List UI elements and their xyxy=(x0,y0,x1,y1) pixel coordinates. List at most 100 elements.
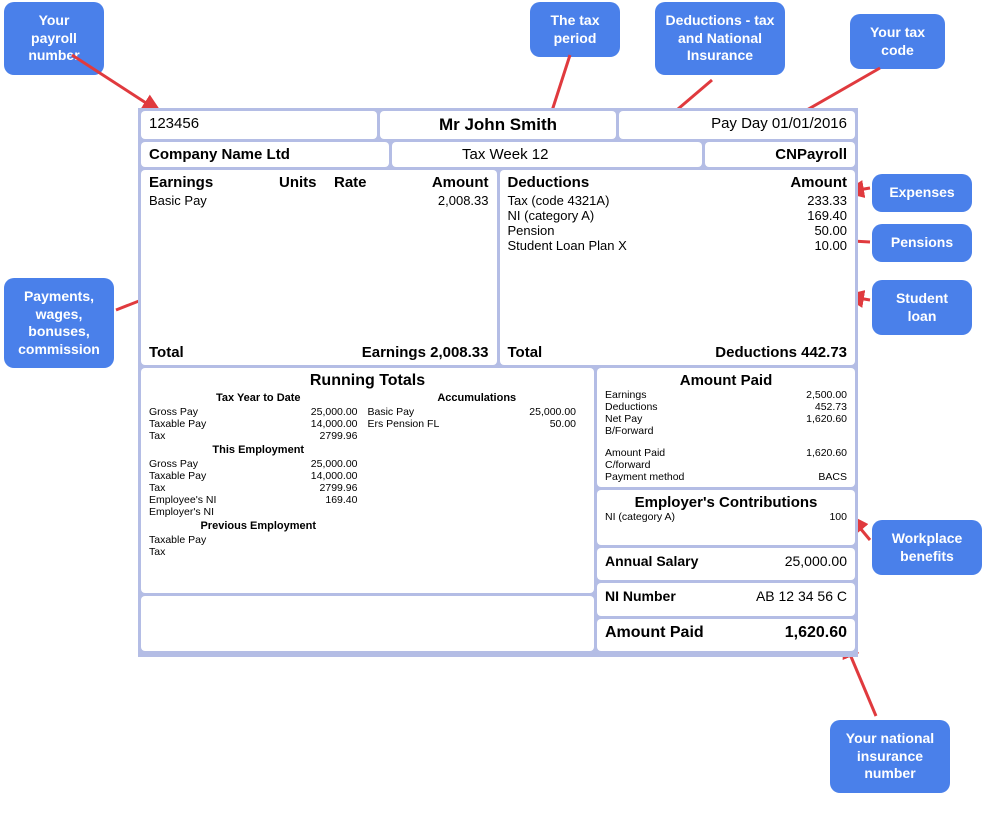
callout-pensions: Pensions xyxy=(872,224,972,262)
rt-r: 25,000.00 xyxy=(311,406,368,418)
rt-r: 2799.96 xyxy=(320,430,368,442)
header-row: 123456 Mr John Smith Pay Day 01/01/2016 xyxy=(141,111,855,139)
ni-number-value: AB 12 34 56 C xyxy=(756,588,847,610)
system-name: CNPayroll xyxy=(705,142,855,167)
ap-r: 1,620.60 xyxy=(806,413,847,425)
ded-amount: 169.40 xyxy=(807,208,847,223)
ap-r: 1,620.60 xyxy=(806,447,847,459)
rt-l: Basic Pay xyxy=(368,406,530,418)
ded-label: Pension xyxy=(508,223,815,238)
callout-payments: Payments, wages, bonuses, commission xyxy=(4,278,114,368)
rt-section-name: This Employment xyxy=(149,444,368,456)
employee-name: Mr John Smith xyxy=(380,111,616,139)
rt-r: 14,000.00 xyxy=(311,418,368,430)
employer-contrib-title: Employer's Contributions xyxy=(605,494,847,511)
callout-tax-code: Your tax code xyxy=(850,14,945,69)
sub-header-row: Company Name Ltd Tax Week 12 CNPayroll xyxy=(141,142,855,167)
annual-salary-row: Annual Salary 25,000.00 xyxy=(597,548,855,580)
ap-l: Net Pay xyxy=(605,413,806,425)
earnings-line: Basic Pay 2,008.33 xyxy=(149,193,489,208)
ap-l: Earnings xyxy=(605,389,806,401)
earnings-block: Earnings Units Rate Amount Basic Pay 2,0… xyxy=(141,170,497,365)
deductions-amount-label: Amount xyxy=(677,174,847,191)
rt-l: Gross Pay xyxy=(149,406,311,418)
rt-r: 14,000.00 xyxy=(311,470,368,482)
ded-amount: 50.00 xyxy=(814,223,847,238)
ap-l: Payment method xyxy=(605,471,818,483)
rt-l: Employee's NI xyxy=(149,494,325,506)
annual-salary-value: 25,000.00 xyxy=(785,553,847,575)
callout-expenses: Expenses xyxy=(872,174,972,212)
earnings-amount: Amount xyxy=(384,174,489,191)
rt-r: 2799.96 xyxy=(320,482,368,494)
callout-deductions: Deductions - tax and National Insurance xyxy=(655,2,785,75)
rt-r xyxy=(358,506,368,518)
earnings-rate: Rate xyxy=(334,174,384,191)
running-totals: Running Totals Tax Year to Date Gross Pa… xyxy=(141,368,594,593)
earnings-total: Total Earnings 2,008.33 xyxy=(149,338,489,361)
ded-label: Tax (code 4321A) xyxy=(508,193,808,208)
amount-paid-row: Amount Paid 1,620.60 xyxy=(597,619,855,651)
callout-tax-period: The tax period xyxy=(530,2,620,57)
rt-section-name: Accumulations xyxy=(368,392,587,404)
callout-payroll-number: Your payroll number xyxy=(4,2,104,75)
ec-r: 100 xyxy=(829,511,847,523)
ap-r: 452.73 xyxy=(815,401,847,413)
rt-r: 25,000.00 xyxy=(529,406,586,418)
earnings-units: Units xyxy=(279,174,334,191)
main-row: Earnings Units Rate Amount Basic Pay 2,0… xyxy=(141,170,855,365)
company-name: Company Name Ltd xyxy=(141,142,389,167)
ap-l: Amount Paid xyxy=(605,447,806,459)
payslip: 123456 Mr John Smith Pay Day 01/01/2016 … xyxy=(138,108,858,657)
rt-left-col: Tax Year to Date Gross Pay25,000.00 Taxa… xyxy=(149,390,368,558)
basic-pay-amount: 2,008.33 xyxy=(279,193,489,208)
bottom-row: Running Totals Tax Year to Date Gross Pa… xyxy=(141,368,855,651)
amount-paid-label: Amount Paid xyxy=(605,624,785,646)
ded-amount: 10.00 xyxy=(814,238,847,253)
deduction-line: Student Loan Plan X10.00 xyxy=(508,238,848,253)
deductions-total: Total Deductions 442.73 xyxy=(508,338,848,361)
callout-ni-number: Your national insurance number xyxy=(830,720,950,793)
rt-section-name: Previous Employment xyxy=(149,520,368,532)
ni-number-row: NI Number AB 12 34 56 C xyxy=(597,583,855,615)
rt-l: Taxable Pay xyxy=(149,470,311,482)
callout-workplace-benefits: Workplace benefits xyxy=(872,520,982,575)
employer-contributions-box: Employer's Contributions NI (category A)… xyxy=(597,490,855,545)
deduction-line: NI (category A)169.40 xyxy=(508,208,848,223)
ap-r: BACS xyxy=(818,471,847,483)
rt-l: Employer's NI xyxy=(149,506,358,518)
rt-l: Tax xyxy=(149,546,358,558)
ap-r: 2,500.00 xyxy=(806,389,847,401)
pay-day: Pay Day 01/01/2016 xyxy=(619,111,855,139)
deductions-label: Deductions xyxy=(508,174,678,191)
deduction-line: Pension50.00 xyxy=(508,223,848,238)
ded-label: NI (category A) xyxy=(508,208,808,223)
payroll-number: 123456 xyxy=(141,111,377,139)
ap-l: B/Forward xyxy=(605,425,847,437)
ni-number-label: NI Number xyxy=(605,588,756,610)
rt-l: Ers Pension FL xyxy=(368,418,550,430)
rt-r xyxy=(358,534,368,546)
total-label: Total xyxy=(149,344,362,361)
total-value: Earnings 2,008.33 xyxy=(362,344,489,361)
ap-l xyxy=(605,437,847,447)
rt-l: Taxable Pay xyxy=(149,534,358,546)
rt-r: 25,000.00 xyxy=(311,458,368,470)
rt-l: Tax xyxy=(149,430,320,442)
rt-l: Tax xyxy=(149,482,320,494)
rt-r: 50.00 xyxy=(550,418,586,430)
rt-r: 169.40 xyxy=(325,494,367,506)
rt-section-name: Tax Year to Date xyxy=(149,392,368,404)
rt-l: Gross Pay xyxy=(149,458,311,470)
rt-l: Taxable Pay xyxy=(149,418,311,430)
ded-label: Student Loan Plan X xyxy=(508,238,815,253)
ec-l: NI (category A) xyxy=(605,511,829,523)
rt-r xyxy=(358,546,368,558)
amount-paid-title: Amount Paid xyxy=(605,372,847,389)
bottom-right: Amount Paid Earnings2,500.00 Deductions4… xyxy=(597,368,855,651)
blank-cell xyxy=(141,596,594,651)
deductions-header: Deductions Amount xyxy=(508,174,848,191)
earnings-label: Earnings xyxy=(149,174,279,191)
rt-right-col: Accumulations Basic Pay25,000.00 Ers Pen… xyxy=(368,390,587,558)
basic-pay-label: Basic Pay xyxy=(149,193,279,208)
